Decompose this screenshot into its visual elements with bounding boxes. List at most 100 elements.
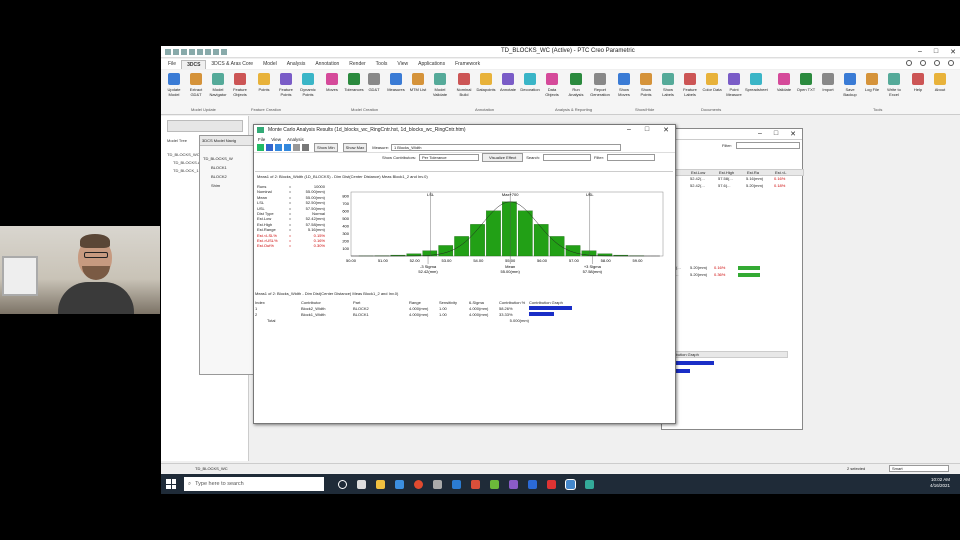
back-icon[interactable] bbox=[275, 144, 282, 151]
close-icon[interactable]: ✕ bbox=[663, 126, 669, 134]
app-icon[interactable] bbox=[528, 479, 537, 489]
ribbon-button-show-labels[interactable]: Show Labels bbox=[657, 73, 679, 97]
close-icon[interactable]: ✕ bbox=[950, 48, 956, 56]
ribbon-button-feature-labels[interactable]: Feature Labels bbox=[679, 73, 701, 97]
show-max-button[interactable]: Show Max bbox=[342, 143, 368, 152]
ribbon-tab-annotation[interactable]: Annotation bbox=[310, 60, 344, 68]
taskbar-search[interactable]: ⌕ Type here to search bbox=[184, 477, 324, 491]
navigator-item[interactable]: TD_BLOCKS_W bbox=[203, 154, 258, 163]
chrome-icon[interactable] bbox=[414, 479, 423, 489]
ribbon-tab-model[interactable]: Model bbox=[258, 60, 282, 68]
ribbon-tab-tools[interactable]: Tools bbox=[371, 60, 393, 68]
ribbon-button-run-analysis[interactable]: Run Analysis bbox=[565, 73, 587, 97]
ribbon-button-point-measure[interactable]: Point Measure bbox=[723, 73, 745, 97]
ribbon-button-mtm-list[interactable]: MTM List bbox=[407, 73, 429, 92]
ribbon-button-help[interactable]: Help bbox=[907, 73, 929, 92]
ribbon-button-update-model[interactable]: Update Model bbox=[163, 73, 185, 97]
results-row[interactable]: Normal52.42(...57.58(...5.16(mm)0.16% bbox=[662, 176, 804, 183]
ribbon-button-extract-gd-t[interactable]: Extract GD&T bbox=[185, 73, 207, 97]
filter-select[interactable]: Smart bbox=[889, 465, 949, 472]
close-icon[interactable]: ✕ bbox=[790, 130, 796, 138]
ribbon-tab-3dcs[interactable]: 3DCS bbox=[181, 59, 207, 69]
maximize-icon[interactable]: □ bbox=[645, 126, 649, 134]
ribbon-button-write-to-excel[interactable]: Write to Excel bbox=[883, 73, 905, 97]
app-icon[interactable] bbox=[509, 479, 518, 489]
show-min-button[interactable]: Show Min bbox=[314, 143, 338, 152]
ribbon-button-dynamic-points[interactable]: Dynamic Points bbox=[297, 73, 319, 97]
maximize-icon[interactable]: □ bbox=[934, 48, 938, 56]
navigator-item[interactable]: Shim bbox=[203, 181, 258, 190]
ribbon-button-feature-points[interactable]: Feature Points bbox=[275, 73, 297, 97]
app-icon[interactable] bbox=[490, 479, 499, 489]
filter-input[interactable] bbox=[607, 154, 656, 161]
quick-access-toolbar[interactable] bbox=[165, 48, 227, 55]
windows-start-icon[interactable] bbox=[166, 479, 176, 489]
play-icon[interactable] bbox=[257, 144, 264, 151]
mc-menu-file[interactable]: File bbox=[258, 137, 265, 142]
model-tree-tab[interactable]: Model Tree bbox=[167, 138, 187, 143]
ribbon-button-model-navigator[interactable]: Model Navigator bbox=[207, 73, 229, 97]
ribbon-button-spreadsheet[interactable]: Spreadsheet bbox=[745, 73, 768, 92]
ribbon-button-feature-objects[interactable]: Feature Objects bbox=[229, 73, 251, 97]
measure-select[interactable]: 1 Blocks_Width bbox=[390, 144, 621, 151]
ribbon-button-open-txt[interactable]: Open TXT bbox=[795, 73, 817, 92]
search-input[interactable] bbox=[543, 154, 592, 161]
chart-icon[interactable] bbox=[293, 144, 300, 151]
ribbon-button-gd-t[interactable]: GD&T bbox=[363, 73, 385, 92]
ribbon-button-save-backup[interactable]: Save Backup bbox=[839, 73, 861, 97]
ribbon-button-import[interactable]: Import bbox=[817, 73, 839, 92]
help-icon[interactable] bbox=[906, 60, 912, 66]
ribbon-button-data-objects[interactable]: Data Objects bbox=[541, 73, 563, 97]
ribbon-button-report-generation[interactable]: Report Generation bbox=[589, 73, 611, 97]
ribbon-tab-analysis[interactable]: Analysis bbox=[282, 60, 311, 68]
ribbon-tab-framework[interactable]: Framework bbox=[450, 60, 485, 68]
navigator-item[interactable]: BLOCK2 bbox=[203, 172, 258, 181]
user-icon[interactable] bbox=[948, 60, 954, 66]
ribbon-button-validate[interactable]: Validate bbox=[773, 73, 795, 92]
ribbon-button-tolerances[interactable]: Tolerances bbox=[343, 73, 365, 92]
ribbon-tab-view[interactable]: View bbox=[392, 60, 413, 68]
filter-input[interactable] bbox=[736, 142, 800, 149]
mc-menu-analysis[interactable]: Analysis bbox=[287, 137, 304, 142]
app-icon[interactable] bbox=[585, 479, 594, 489]
minimize-icon[interactable]: – bbox=[918, 48, 922, 56]
navigator-item[interactable]: BLOCK1 bbox=[203, 163, 258, 172]
ribbon-button-measures[interactable]: Measures bbox=[385, 73, 407, 92]
ribbon-tab-3dcs-aras-core[interactable]: 3DCS & Aras Core bbox=[206, 60, 258, 68]
show-contributors-select[interactable]: Per Tolerance bbox=[419, 154, 480, 161]
ribbon-button-nominal-build[interactable]: Nominal Build bbox=[453, 73, 475, 97]
ribbon-button-color-data[interactable]: Color Data bbox=[701, 73, 723, 92]
ribbon-button-datapoints[interactable]: Datapoints bbox=[475, 73, 497, 92]
cortana-icon[interactable] bbox=[338, 479, 347, 489]
ribbon-button-log-file[interactable]: Log File bbox=[861, 73, 883, 92]
ribbon-button-model-validate[interactable]: Model Validate bbox=[429, 73, 451, 97]
ribbon-button-show-points[interactable]: Show Points bbox=[635, 73, 657, 97]
edge-icon[interactable] bbox=[395, 479, 404, 489]
maximize-icon[interactable]: □ bbox=[774, 130, 778, 138]
list-icon[interactable] bbox=[266, 144, 273, 151]
results-row[interactable]: 57.6(...5.20(mm)0.36% bbox=[662, 272, 804, 279]
ribbon-button-about[interactable]: About bbox=[929, 73, 951, 92]
task-view-icon[interactable] bbox=[357, 479, 366, 489]
search-icon[interactable] bbox=[934, 60, 940, 66]
results-row[interactable]: 57.60(...5.20(mm)0.16% bbox=[662, 265, 804, 272]
forward-icon[interactable] bbox=[284, 144, 291, 151]
visualize-effect-button[interactable]: Visualize Effect bbox=[482, 153, 524, 162]
ribbon-button-points[interactable]: Points bbox=[253, 73, 275, 92]
mail-icon[interactable] bbox=[452, 479, 461, 489]
results-row[interactable]: Normal52.42(...57.6(...5.20(mm)0.18% bbox=[662, 183, 804, 190]
ribbon-button-decoration[interactable]: Decoration bbox=[519, 73, 541, 92]
mc-menu-view[interactable]: View bbox=[271, 137, 281, 142]
app-icon[interactable] bbox=[547, 479, 556, 489]
settings-icon[interactable] bbox=[920, 60, 926, 66]
file-explorer-icon[interactable] bbox=[376, 479, 385, 489]
minimize-icon[interactable]: – bbox=[758, 130, 762, 138]
store-icon[interactable] bbox=[433, 479, 442, 489]
minimize-icon[interactable]: – bbox=[627, 126, 631, 134]
ribbon-button-show-moves[interactable]: Show Moves bbox=[613, 73, 635, 97]
ribbon-tab-render[interactable]: Render bbox=[344, 60, 370, 68]
ribbon-tab-file[interactable]: File bbox=[163, 60, 181, 68]
print-icon[interactable] bbox=[302, 144, 309, 151]
app-icon[interactable] bbox=[471, 479, 480, 489]
ribbon-button-annotate[interactable]: Annotate bbox=[497, 73, 519, 92]
